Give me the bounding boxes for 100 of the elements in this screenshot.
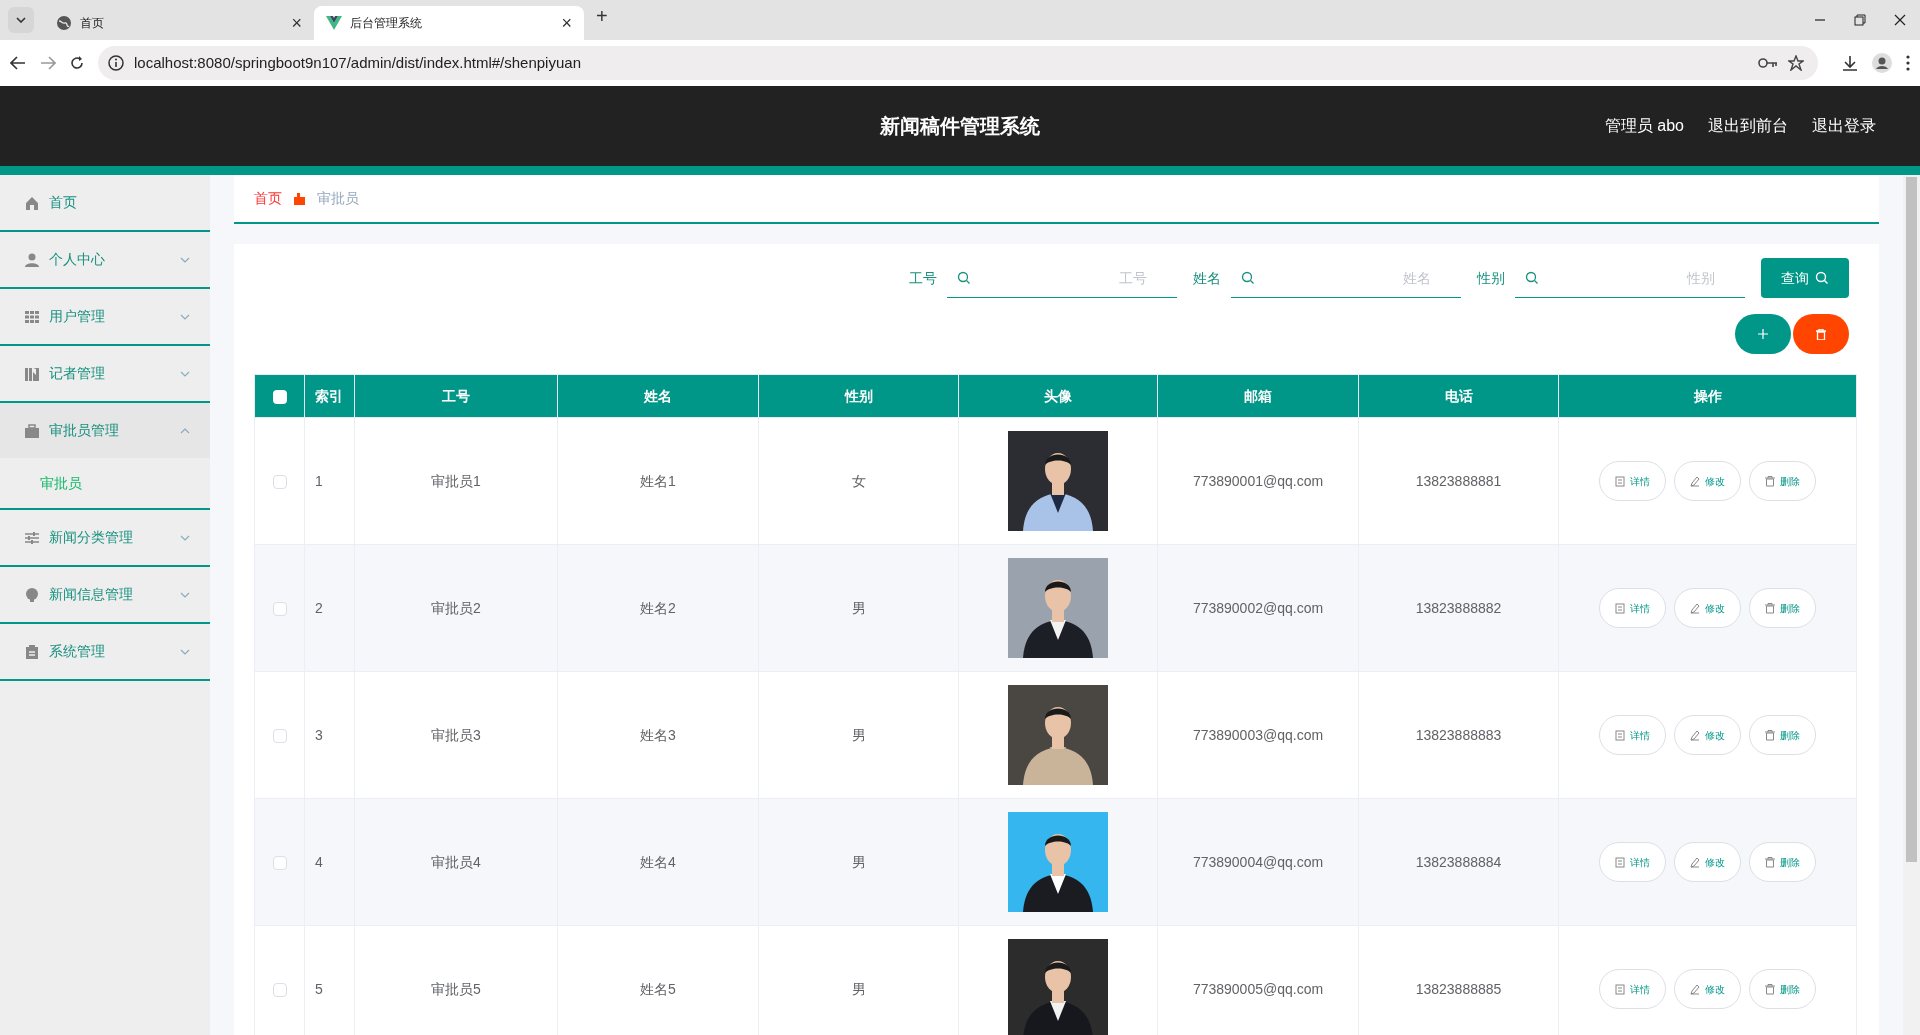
- action-button[interactable]: 详情: [1599, 588, 1666, 628]
- action-button[interactable]: 修改: [1674, 461, 1741, 501]
- bulb-icon: [25, 587, 39, 602]
- tab-list-button[interactable]: [8, 7, 34, 33]
- action-button[interactable]: 详情: [1599, 969, 1666, 1009]
- action-button[interactable]: 详情: [1599, 715, 1666, 755]
- column-header: 头像: [1044, 387, 1072, 404]
- table-cell: 审批员3: [431, 726, 481, 743]
- table-cell: 审批员2: [431, 599, 481, 616]
- scrollbar-track[interactable]: [1903, 175, 1920, 1035]
- profile-icon: [1872, 53, 1892, 73]
- column-header: 操作: [1693, 387, 1722, 404]
- row-checkbox[interactable]: [272, 982, 287, 997]
- breadcrumb-link[interactable]: 审批员: [317, 188, 359, 209]
- table-cell: 773890003@qq.com: [1192, 726, 1324, 743]
- trash-icon: [1765, 729, 1775, 741]
- briefcase-icon: [25, 423, 39, 438]
- person-icon: [25, 252, 39, 267]
- search-field[interactable]: 性别: [1515, 258, 1745, 298]
- chevron-down-icon: [180, 370, 190, 377]
- action-button[interactable]: 修改: [1674, 969, 1741, 1009]
- table-cell: 773890005@qq.com: [1192, 980, 1324, 997]
- breadcrumb-link[interactable]: 首页: [254, 188, 282, 209]
- chevron-down-icon: [180, 256, 190, 263]
- search-field[interactable]: 姓名: [1231, 258, 1461, 298]
- table-cell: 13823888882: [1415, 599, 1502, 616]
- table-cell: 1: [315, 472, 323, 489]
- submenu-item[interactable]: 审批员: [0, 458, 210, 508]
- action-button[interactable]: 删除: [1749, 842, 1816, 882]
- menu-item[interactable]: 用户管理: [0, 289, 210, 344]
- document-icon: [1615, 729, 1625, 741]
- restore-icon: [1854, 14, 1866, 26]
- table-cell: 女: [851, 472, 866, 489]
- chevron-up-icon: [180, 427, 190, 434]
- back-icon: [10, 56, 26, 70]
- field-label: 工号: [909, 268, 937, 288]
- field-label: 姓名: [1193, 268, 1221, 288]
- action-button[interactable]: 修改: [1674, 842, 1741, 882]
- pencil-icon: [1690, 729, 1700, 741]
- menu-item[interactable]: 新闻信息管理: [0, 567, 210, 622]
- close-icon[interactable]: ×: [561, 14, 572, 32]
- row-checkbox[interactable]: [272, 728, 287, 743]
- search-icon: [1525, 271, 1539, 285]
- more-icon: [1906, 55, 1910, 71]
- row-checkbox[interactable]: [272, 855, 287, 870]
- trash-icon: [1765, 475, 1775, 487]
- delete-button[interactable]: [1793, 314, 1849, 354]
- table-cell: 男: [851, 599, 866, 616]
- action-button[interactable]: 详情: [1599, 842, 1666, 882]
- chevron-down-icon: [180, 591, 190, 598]
- search-field[interactable]: 工号: [947, 258, 1177, 298]
- hand-icon: [294, 192, 305, 205]
- books-icon: [25, 366, 39, 381]
- key-icon: [1758, 57, 1778, 69]
- menu-item[interactable]: 记者管理: [0, 346, 210, 401]
- table-cell: 姓名5: [640, 980, 676, 997]
- search-button[interactable]: 查询: [1761, 258, 1849, 298]
- search-icon: [1241, 271, 1255, 285]
- add-button[interactable]: [1735, 314, 1791, 354]
- pencil-icon: [1690, 856, 1700, 868]
- column-header: 邮箱: [1244, 387, 1272, 404]
- trash-icon: [1765, 602, 1775, 614]
- action-button[interactable]: 修改: [1674, 715, 1741, 755]
- menu-item[interactable]: 首页: [0, 175, 210, 230]
- pencil-icon: [1690, 983, 1700, 995]
- star-icon: [1788, 55, 1804, 71]
- action-button[interactable]: 删除: [1749, 715, 1816, 755]
- action-button[interactable]: 删除: [1749, 969, 1816, 1009]
- header-link[interactable]: 退出登录: [1812, 114, 1876, 138]
- browser-tab[interactable]: 后台管理系统 ×: [314, 6, 584, 40]
- sliders-icon: [25, 530, 39, 545]
- globe-icon: [56, 15, 72, 31]
- trash-icon: [1816, 328, 1826, 340]
- table-cell: 773890002@qq.com: [1192, 599, 1324, 616]
- document-icon: [1615, 856, 1625, 868]
- header-link[interactable]: 管理员 abo: [1604, 114, 1684, 138]
- chevron-down-icon: [16, 17, 26, 23]
- table-cell: 男: [851, 980, 866, 997]
- menu-item[interactable]: 审批员管理: [0, 403, 210, 458]
- table-cell: 13823888884: [1415, 853, 1502, 870]
- action-button[interactable]: 删除: [1749, 588, 1816, 628]
- header-checkbox[interactable]: [272, 389, 287, 404]
- scrollbar-thumb[interactable]: [1906, 177, 1917, 862]
- grid-icon: [25, 309, 39, 324]
- row-checkbox[interactable]: [272, 601, 287, 616]
- action-button[interactable]: 详情: [1599, 461, 1666, 501]
- chevron-down-icon: [180, 313, 190, 320]
- action-button[interactable]: 修改: [1674, 588, 1741, 628]
- menu-item[interactable]: 新闻分类管理: [0, 510, 210, 565]
- close-icon[interactable]: ×: [291, 14, 302, 32]
- address-bar[interactable]: localhost:8080/springboot9n107/admin/dist/index.html#/shenpiyuan: [98, 46, 1818, 80]
- table-cell: 773890004@qq.com: [1192, 853, 1324, 870]
- table-cell: 审批员5: [431, 980, 481, 997]
- action-button[interactable]: 删除: [1749, 461, 1816, 501]
- row-checkbox[interactable]: [272, 474, 287, 489]
- tab-title: 后台管理系统: [350, 15, 423, 32]
- menu-item[interactable]: 系统管理: [0, 624, 210, 679]
- header-link[interactable]: 退出到前台: [1708, 114, 1788, 138]
- new-tab-button[interactable]: +: [596, 1, 608, 31]
- menu-item[interactable]: 个人中心: [0, 232, 210, 287]
